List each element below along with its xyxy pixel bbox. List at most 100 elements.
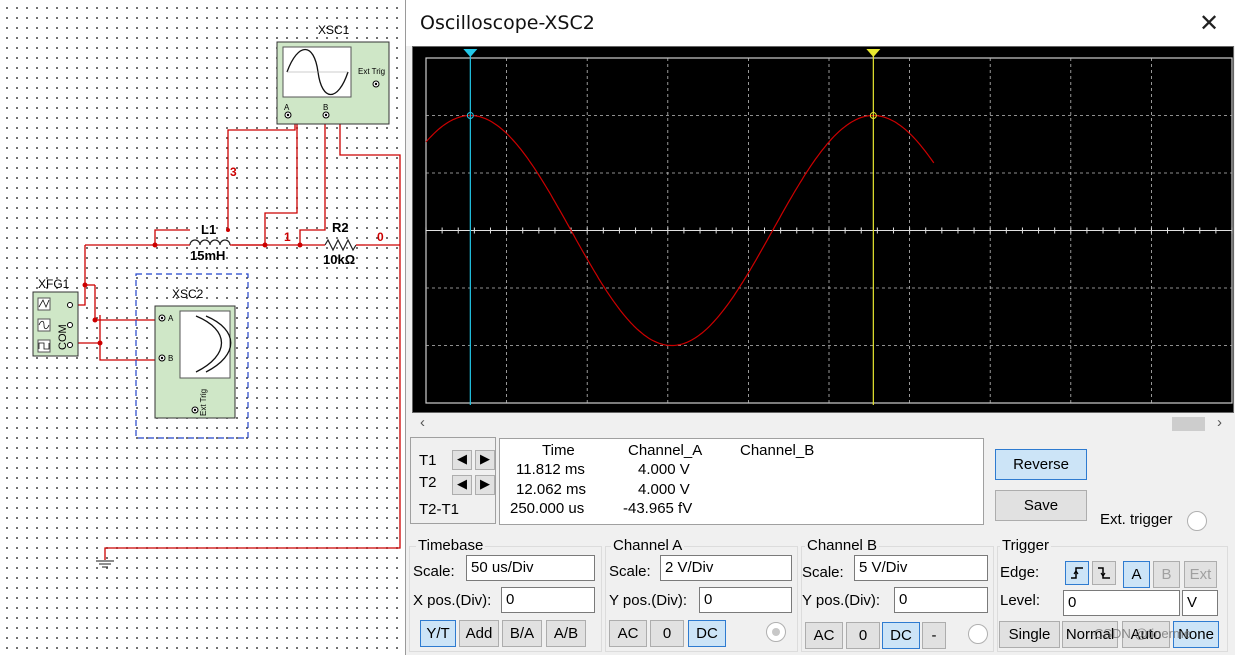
xsc1-instrument[interactable] [276, 41, 390, 125]
trigger-title: Trigger [1000, 537, 1051, 554]
readout-t1-a: 4.000 V [638, 461, 690, 478]
channel-a-ac-button[interactable]: AC [609, 620, 647, 647]
channel-b-terminal[interactable] [968, 624, 988, 644]
channel-b-ac-button[interactable]: AC [805, 622, 843, 649]
ext-trigger-label: Ext. trigger [1100, 511, 1173, 528]
timebase-xpos-label: X pos.(Div): [413, 592, 492, 609]
trigger-level-label: Level: [1000, 592, 1041, 609]
channel-a-ypos-label: Y pos.(Div): [609, 592, 688, 609]
channel-b-ypos-field[interactable]: 0 [894, 587, 988, 613]
t2-t1-label: T2-T1 [419, 501, 460, 518]
readout-t2-time: 12.062 ms [516, 481, 587, 498]
xfg1-com-label: COM [57, 324, 69, 350]
resistor-value: 10kΩ [323, 252, 355, 267]
trigger-source-a-button[interactable]: A [1123, 561, 1150, 588]
scroll-right-icon[interactable]: › [1217, 414, 1222, 431]
readout-header-time: Time [542, 442, 575, 459]
cursor-readout: Time Channel_A Channel_B 11.812 ms 4.000… [499, 438, 984, 525]
node-label: 0 [377, 230, 384, 244]
channel-b-dc-button[interactable]: DC [882, 622, 920, 649]
xsc2-pin-b: B [168, 354, 173, 363]
xsc2-instrument[interactable] [154, 305, 236, 419]
xsc2-ext-trig-label: Ext Trig [199, 389, 208, 416]
channel-a-terminal[interactable] [766, 622, 786, 642]
channel-b-scale-field[interactable]: 5 V/Div [854, 555, 988, 581]
t2-label: T2 [419, 474, 437, 491]
inductor-value: 15mH [190, 248, 225, 263]
xsc2-name: XSC2 [172, 287, 204, 301]
xsc1-name: XSC1 [318, 23, 350, 37]
xfg1-name: XFG1 [38, 277, 70, 291]
channel-a-scale-field[interactable]: 2 V/Div [660, 555, 792, 581]
watermark: CSDN @tinerme [1094, 626, 1191, 641]
t1-right-button[interactable]: ▶ [475, 450, 495, 470]
falling-edge-icon[interactable] [1092, 561, 1116, 585]
readout-diff-time: 250.000 us [510, 500, 585, 517]
channel-b-zero-button[interactable]: 0 [846, 622, 880, 649]
timebase-scale-field[interactable]: 50 us/Div [466, 555, 595, 581]
trigger-source-b-button[interactable]: B [1153, 561, 1180, 588]
t1-left-button[interactable]: ◀ [452, 450, 472, 470]
cursor-control: T1 T2 T2-T1 ◀ ▶ ◀ ▶ [410, 437, 496, 524]
close-icon[interactable]: ✕ [1196, 10, 1222, 36]
timebase-xpos-field[interactable]: 0 [501, 587, 595, 613]
mode-ba-button[interactable]: B/A [502, 620, 542, 647]
channel-b-invert-button[interactable]: - [922, 622, 946, 649]
channel-a-zero-button[interactable]: 0 [650, 620, 684, 647]
xsc2-pin-a: A [168, 314, 174, 323]
trigger-level-field[interactable]: 0 [1063, 590, 1180, 616]
channel-a-title: Channel A [611, 537, 685, 554]
channel-b-title: Channel B [805, 537, 880, 554]
title-bar[interactable]: Oscilloscope-XSC2 ✕ [406, 0, 1235, 46]
scrollbar-thumb[interactable] [1172, 417, 1205, 431]
mode-yt-button[interactable]: Y/T [420, 620, 456, 647]
cursor-t1-marker [463, 49, 478, 57]
wires [75, 118, 401, 560]
node-label: 3 [230, 165, 237, 179]
inductor-name: L1 [201, 222, 216, 237]
xsc1-ext-trig-label: Ext Trig [358, 67, 385, 76]
resistor-name: R2 [332, 220, 349, 235]
scroll-left-icon[interactable]: ‹ [420, 414, 425, 431]
xfg1-instrument[interactable] [32, 291, 79, 357]
save-button[interactable]: Save [995, 490, 1087, 521]
inductor-l1[interactable] [155, 239, 265, 246]
horizontal-scrollbar[interactable]: ‹ › [412, 414, 1234, 432]
channel-a-ypos-field[interactable]: 0 [699, 587, 792, 613]
node-label: 1 [284, 230, 291, 244]
ground-icon [96, 560, 114, 568]
xsc1-pin-a: A [284, 103, 290, 112]
window-title: Oscilloscope-XSC2 [420, 12, 595, 34]
readout-header-channel-a: Channel_A [628, 442, 703, 459]
mode-add-button[interactable]: Add [459, 620, 499, 647]
readout-diff-a: -43.965 fV [623, 500, 693, 517]
trigger-edge-label: Edge: [1000, 564, 1040, 581]
ext-trigger-terminal[interactable] [1187, 511, 1207, 531]
t2-left-button[interactable]: ◀ [452, 475, 472, 495]
trigger-source-ext-button[interactable]: Ext [1184, 561, 1217, 588]
timebase-title: Timebase [416, 537, 486, 554]
resistor-r2[interactable] [300, 238, 365, 252]
channel-b-scale-label: Scale: [802, 564, 844, 581]
scope-screen[interactable] [412, 46, 1234, 413]
reverse-button[interactable]: Reverse [995, 449, 1087, 480]
mode-ab-button[interactable]: A/B [546, 620, 586, 647]
trigger-level-unit[interactable]: V [1182, 590, 1218, 616]
readout-t2-a: 4.000 V [638, 481, 690, 498]
timebase-scale-label: Scale: [413, 563, 455, 580]
trigger-single-button[interactable]: Single [999, 621, 1060, 648]
oscilloscope-window: Oscilloscope-XSC2 ✕ ‹ › T1 T2 T2-T1 ◀ ▶ … [405, 0, 1235, 655]
channel-a-dc-button[interactable]: DC [688, 620, 726, 647]
t1-label: T1 [419, 452, 437, 469]
xsc1-pin-b: B [323, 103, 328, 112]
channel-a-scale-label: Scale: [609, 563, 651, 580]
schematic-drawing: XSC1 Ext Trig A B XSC2 A B Ext Trig XFG1… [32, 23, 401, 568]
readout-header-channel-b: Channel_B [740, 442, 815, 459]
t2-right-button[interactable]: ▶ [475, 475, 495, 495]
scope-display [425, 49, 1233, 405]
cursor-t2-marker [866, 49, 881, 57]
rising-edge-icon[interactable] [1065, 561, 1089, 585]
channel-b-ypos-label: Y pos.(Div): [802, 592, 881, 609]
schematic-canvas[interactable]: XSC1 Ext Trig A B XSC2 A B Ext Trig XFG1… [0, 0, 405, 655]
readout-t1-time: 11.812 ms [516, 461, 585, 478]
